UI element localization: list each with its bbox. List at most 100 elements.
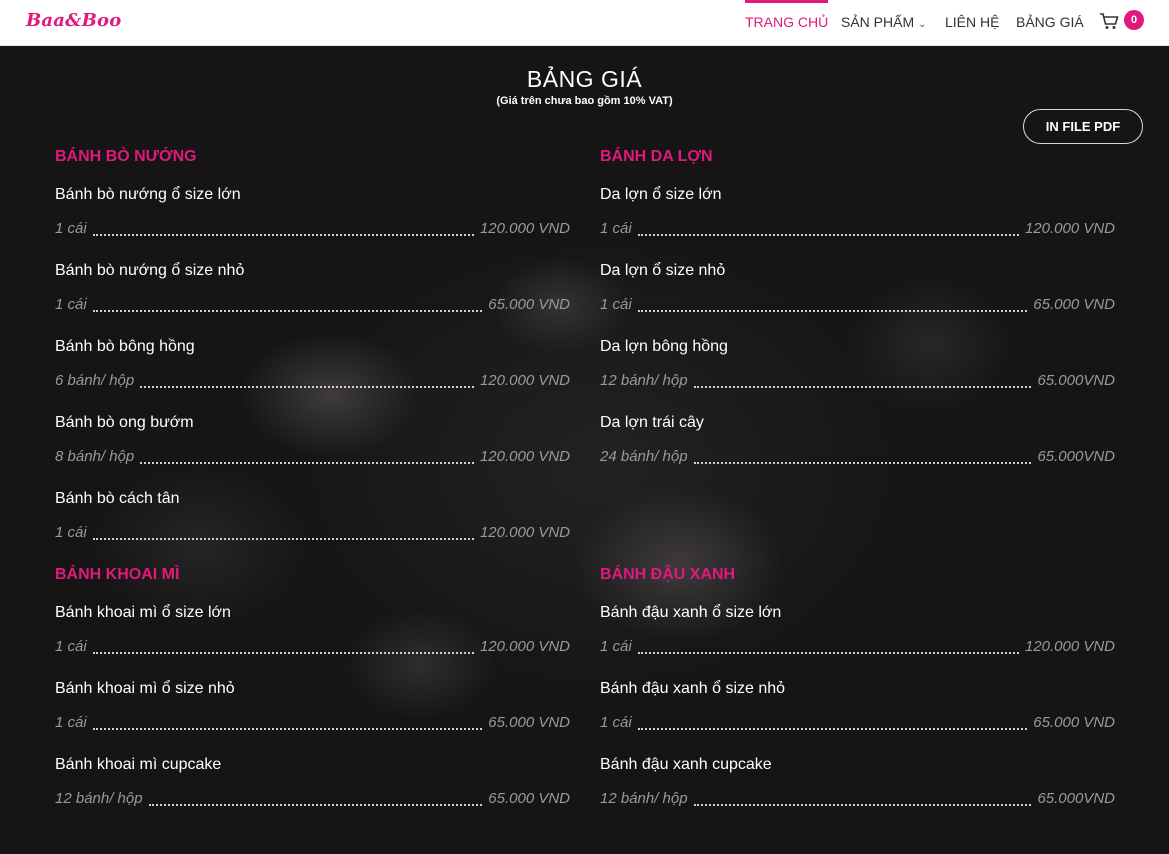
item-price-row: 1 cái 120.000 VND [55,630,570,658]
item-unit: 1 cái [600,638,632,655]
price-section: BÁNH ĐẬU XANH Bánh đậu xanh ổ size lớn 1 c… [600,564,1115,830]
price-item: Da lợn trái cây 24 bánh/ hộp 65.000VND [600,412,1115,488]
price-item: Bánh khoai mì ổ size nhỏ 1 cái 65.000 VND [55,678,570,754]
price-section: BÁNH KHOAI MÌ Bánh khoai mì ổ size lớn 1 c… [55,564,570,830]
item-price-row: 12 bánh/ hộp 65.000VND [600,364,1115,392]
item-name: Bánh khoai mì ổ size lớn [55,604,231,621]
price-section: BÁNH BÒ NƯỚNG Bánh bò nướng ổ size lớn 1 c… [55,146,570,564]
price-item: Bánh bò bông hồng 6 bánh/ hộp 120.000 VND [55,336,570,412]
chevron-down-icon: ⌄ [918,19,927,30]
item-unit: 6 bánh/ hộp [55,372,135,389]
item-price-row: 1 cái 120.000 VND [600,630,1115,658]
item-price-row: 12 bánh/ hộp 65.000 VND [55,782,570,810]
dotted-leader [637,634,1019,654]
item-name: Bánh khoai mì ổ size nhỏ [55,680,235,697]
nav-item-trang-chu[interactable]: TRANG CHỦ [745,0,829,45]
item-price-row: 1 cái 120.000 VND [600,212,1115,240]
section-title: BÁNH KHOAI MÌ [55,566,180,583]
item-name: Bánh bò nướng ổ size nhỏ [55,262,245,279]
item-price-row: 1 cái 65.000 VND [600,706,1115,734]
item-unit: 1 cái [55,524,87,541]
price-item: Bánh đậu xanh ổ size nhỏ 1 cái 65.000 VND [600,678,1115,754]
dotted-leader [637,292,1028,312]
cart-icon [1100,13,1119,29]
item-unit: 1 cái [55,638,87,655]
price-item: Da lợn ổ size lớn 1 cái 120.000 VND [600,184,1115,260]
dotted-leader [92,216,474,236]
item-name: Da lợn ổ size lớn [600,186,722,203]
item-price-row: 1 cái 120.000 VND [55,212,570,240]
dotted-leader [140,368,474,388]
item-price: 65.000 VND [488,296,570,313]
item-name: Da lợn trái cây [600,414,704,431]
section-title: BÁNH DA LỢN [600,148,713,165]
item-name: Bánh đậu xanh cupcake [600,756,772,773]
nav-item-san-pham[interactable]: SẢN PHẨM ⌄ [841,0,927,45]
item-price: 65.000 VND [1033,714,1115,731]
item-price-row: 12 bánh/ hộp 65.000VND [600,782,1115,810]
price-item: Bánh bò nướng ổ size lớn 1 cái 120.000 VND [55,184,570,260]
price-item: Bánh khoai mì cupcake 12 bánh/ hộp 65.000 … [55,754,570,830]
item-price: 120.000 VND [479,448,570,465]
item-price: 120.000 VND [479,220,570,237]
price-item: Bánh khoai mì ổ size lớn 1 cái 120.000 VND [55,602,570,678]
item-price: 120.000 VND [479,638,570,655]
item-unit: 1 cái [55,296,87,313]
dotted-leader [92,634,474,654]
item-price: 65.000VND [1037,448,1115,465]
page-title: BẢNG GIÁ [526,66,643,92]
item-unit: 12 bánh/ hộp [55,790,143,807]
dotted-leader [92,520,474,540]
item-name: Bánh khoai mì cupcake [55,756,222,773]
item-price: 65.000 VND [1033,296,1115,313]
item-name: Bánh đậu xanh ổ size lớn [600,604,782,621]
dotted-leader [148,786,483,806]
dotted-leader [92,292,483,312]
item-name: Bánh bò ong bướm [55,414,194,431]
section-title: BÁNH ĐẬU XANH [600,566,736,583]
item-unit: 24 bánh/ hộp [600,448,688,465]
price-item: Bánh bò cách tân 1 cái 120.000 VND [55,488,570,564]
item-unit: 1 cái [600,296,632,313]
print-pdf-button[interactable]: IN FILE PDF [1023,109,1143,144]
dotted-leader [92,710,483,730]
price-item: Bánh đậu xanh ổ size lớn 1 cái 120.000 VND [600,602,1115,678]
cart-button[interactable]: 0 [1099,10,1145,34]
item-price: 65.000VND [1037,372,1115,389]
nav-item-label: SẢN PHẨM [841,14,915,30]
item-price-row: 1 cái 65.000 VND [600,288,1115,316]
dotted-leader [140,444,474,464]
dotted-leader [637,216,1019,236]
dotted-leader [637,710,1028,730]
item-unit: 1 cái [600,220,632,237]
item-name: Bánh bò bông hồng [55,338,195,355]
page-subtitle: (Giá trên chưa bao gồm 10% VAT) [496,95,673,107]
item-unit: 1 cái [55,220,87,237]
item-name: Da lợn bông hồng [600,338,728,355]
item-price-row: 1 cái 120.000 VND [55,516,570,544]
item-price-row: 24 bánh/ hộp 65.000VND [600,440,1115,468]
section-title: BÁNH BÒ NƯỚNG [55,148,197,165]
price-item: Da lợn ổ size nhỏ 1 cái 65.000 VND [600,260,1115,336]
item-unit: 12 bánh/ hộp [600,790,688,807]
item-price-row: 1 cái 65.000 VND [55,288,570,316]
item-price-row: 8 bánh/ hộp 120.000 VND [55,440,570,468]
top-navbar: Baa&Boo TRANG CHỦ SẢN PHẨM ⌄ LIÊN HỆ BẢNG… [0,0,1169,46]
cart-count-badge: 0 [1124,10,1144,30]
price-section: BÁNH DA LỢN Da lợn ổ size lớn 1 cái 120.000… [600,146,1115,488]
item-price: 120.000 VND [479,524,570,541]
item-unit: 8 bánh/ hộp [55,448,135,465]
price-item: Bánh đậu xanh cupcake 12 bánh/ hộp 65.000V… [600,754,1115,830]
item-price-row: 6 bánh/ hộp 120.000 VND [55,364,570,392]
price-item: Bánh bò ong bướm 8 bánh/ hộp 120.000 VND [55,412,570,488]
nav-item-lien-he[interactable]: LIÊN HỆ [945,0,999,45]
price-item: Bánh bò nướng ổ size nhỏ 1 cái 65.000 VND [55,260,570,336]
price-item: Da lợn bông hồng 12 bánh/ hộp 65.000VND [600,336,1115,412]
item-price: 120.000 VND [1024,220,1115,237]
item-unit: 12 bánh/ hộp [600,372,688,389]
nav-item-bang-gia[interactable]: BẢNG GIÁ [1016,0,1084,45]
brand-logo[interactable]: Baa&Boo [26,10,121,31]
dotted-leader [693,786,1032,806]
dotted-leader [693,444,1032,464]
item-price: 120.000 VND [1024,638,1115,655]
